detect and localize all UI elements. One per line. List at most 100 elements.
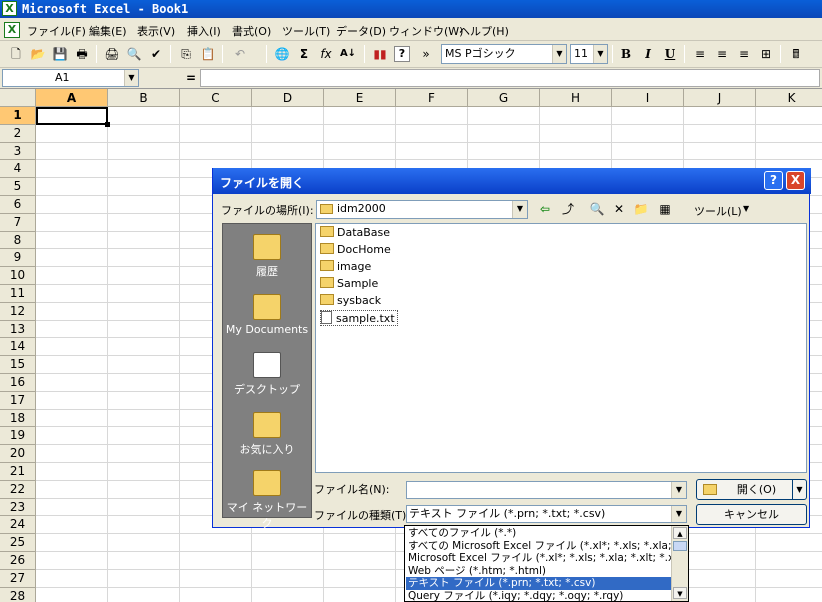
bold-button[interactable]: B [616, 44, 636, 64]
views-icon[interactable]: ▦ [655, 199, 675, 219]
search-web-icon[interactable]: 🔍 [587, 199, 607, 219]
column-header[interactable]: D [252, 89, 324, 107]
menu-file[interactable]: ファイル(F) [27, 23, 86, 39]
align-left-icon[interactable]: ≡ [690, 44, 710, 64]
column-header[interactable]: E [324, 89, 396, 107]
name-box[interactable]: A1 ▼ [2, 69, 139, 87]
column-header[interactable]: C [180, 89, 252, 107]
undo-icon[interactable]: ↶ [230, 44, 250, 64]
paste-icon[interactable]: 📋 [198, 44, 218, 64]
filetype-option[interactable]: Microsoft Excel ファイル (*.xl*; *.xls; *.xl… [406, 552, 671, 565]
row-header[interactable]: 16 [0, 374, 36, 392]
column-header[interactable]: H [540, 89, 612, 107]
list-item[interactable]: sysback [320, 293, 381, 309]
row-header[interactable]: 20 [0, 445, 36, 463]
list-item[interactable]: Sample [320, 276, 378, 292]
chevron-down-icon[interactable]: ▼ [671, 482, 686, 498]
row-header[interactable]: 18 [0, 409, 36, 428]
toolbar-options-icon[interactable]: » [416, 44, 436, 64]
place-network[interactable]: マイ ネットワーク [223, 470, 311, 531]
chevron-down-icon[interactable]: ▼ [792, 480, 806, 499]
place-desktop[interactable]: デスクトップ [223, 352, 311, 397]
open-button[interactable]: 開く(O) ▼ [696, 479, 807, 500]
scroll-up-icon[interactable]: ▲ [673, 527, 687, 539]
filetype-option[interactable]: Web ページ (*.htm; *.html) [406, 565, 671, 578]
row-header[interactable]: 15 [0, 356, 36, 374]
chevron-down-icon[interactable]: ▼ [593, 45, 607, 63]
delete-icon[interactable]: ✕ [609, 199, 629, 219]
row-header[interactable]: 27 [0, 569, 36, 588]
print-preview-icon[interactable]: 🔍 [124, 44, 144, 64]
align-right-icon[interactable]: ≡ [734, 44, 754, 64]
insert-function-icon[interactable]: fx [316, 44, 336, 64]
row-header[interactable]: 8 [0, 231, 36, 250]
scroll-down-icon[interactable]: ▼ [673, 587, 687, 599]
chevron-down-icon[interactable]: ▼ [124, 70, 138, 86]
row-header[interactable]: 10 [0, 267, 36, 285]
currency-icon[interactable]: 🖩 [786, 44, 806, 64]
row-header[interactable]: 9 [0, 249, 36, 268]
chevron-down-icon[interactable]: ▼ [671, 506, 686, 522]
spelling-icon[interactable]: ✔ [146, 44, 166, 64]
menu-edit[interactable]: 編集(E) [89, 23, 127, 39]
fill-handle[interactable] [105, 122, 110, 127]
back-icon[interactable]: ⇦ [535, 199, 555, 219]
row-header[interactable]: 14 [0, 338, 36, 357]
list-item[interactable]: DocHome [320, 242, 391, 258]
list-item[interactable]: sample.txt [320, 310, 398, 326]
formula-input[interactable] [200, 69, 820, 87]
row-header[interactable]: 5 [0, 178, 36, 196]
chevron-down-icon[interactable]: ▼ [512, 201, 527, 218]
formula-equals[interactable]: = [186, 71, 196, 85]
chevron-down-icon[interactable]: ▼ [743, 204, 749, 213]
column-header[interactable]: J [684, 89, 756, 107]
row-header[interactable]: 28 [0, 587, 36, 602]
new-folder-icon[interactable]: 📁 [631, 199, 651, 219]
help-button[interactable]: ? [764, 171, 783, 190]
row-header[interactable]: 7 [0, 213, 36, 232]
row-header[interactable]: 1 [0, 107, 36, 125]
filetype-option-selected[interactable]: テキスト ファイル (*.prn; *.txt; *.csv) [406, 577, 671, 590]
print-icon[interactable]: 🖨 [102, 44, 122, 64]
close-button[interactable]: X [786, 171, 805, 190]
column-header[interactable]: I [612, 89, 684, 107]
row-header[interactable]: 17 [0, 391, 36, 410]
menu-help[interactable]: ヘルプ(H) [459, 23, 509, 39]
row-header[interactable]: 13 [0, 320, 36, 339]
copy-icon[interactable]: ⎘ [176, 44, 196, 64]
row-header[interactable]: 25 [0, 534, 36, 552]
row-header[interactable]: 2 [0, 124, 36, 143]
look-in-combo[interactable]: idm2000 ▼ [316, 200, 528, 219]
italic-button[interactable]: I [638, 44, 658, 64]
menu-data[interactable]: データ(D) [336, 23, 386, 39]
sort-ascending-icon[interactable]: A↓ [338, 44, 358, 64]
save-icon[interactable]: 💾 [50, 44, 70, 64]
filetype-option[interactable]: すべての Microsoft Excel ファイル (*.xl*; *.xls;… [406, 540, 671, 553]
new-icon[interactable]: 🗋 [6, 44, 26, 64]
menu-window[interactable]: ウィンドウ(W) [389, 23, 463, 39]
underline-button[interactable]: U [660, 44, 680, 64]
merge-center-icon[interactable]: ⊞ [756, 44, 776, 64]
place-history[interactable]: 履歴 [223, 234, 311, 279]
select-all-corner[interactable] [0, 89, 36, 107]
help-icon[interactable]: ? [394, 46, 410, 62]
row-header[interactable]: 26 [0, 552, 36, 570]
row-header[interactable]: 23 [0, 498, 36, 517]
column-header[interactable]: F [396, 89, 468, 107]
menu-tools[interactable]: ツール(T) [282, 23, 330, 39]
place-favorites[interactable]: お気に入り [223, 412, 311, 457]
column-header[interactable]: A [36, 89, 108, 107]
menu-insert[interactable]: 挿入(I) [187, 23, 221, 39]
permission-icon[interactable]: 🖶 [72, 44, 92, 64]
autosum-icon[interactable]: Σ [294, 44, 314, 64]
chart-wizard-icon[interactable]: ▮▮ [370, 44, 390, 64]
hyperlink-icon[interactable]: 🌐 [272, 44, 292, 64]
list-item[interactable]: image [320, 259, 371, 275]
place-my-documents[interactable]: My Documents [223, 294, 311, 336]
column-header[interactable]: G [468, 89, 540, 107]
open-icon[interactable]: 📂 [28, 44, 48, 64]
up-folder-icon[interactable]: ⤴ [558, 199, 578, 219]
active-cell-a1[interactable] [36, 107, 108, 125]
row-header[interactable]: 3 [0, 142, 36, 161]
filetype-select[interactable]: テキスト ファイル (*.prn; *.txt; *.csv) ▼ [406, 505, 687, 523]
